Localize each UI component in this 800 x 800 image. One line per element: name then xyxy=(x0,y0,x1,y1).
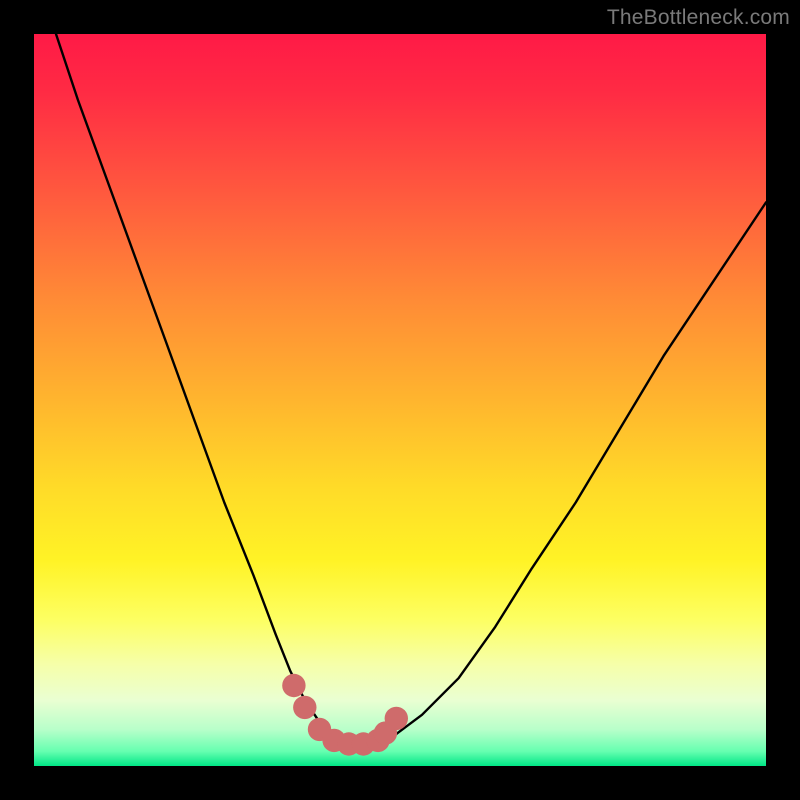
watermark-text: TheBottleneck.com xyxy=(607,6,790,30)
plot-area xyxy=(34,34,766,766)
valley-markers xyxy=(282,674,408,756)
bottleneck-curve xyxy=(56,34,766,744)
valley-marker xyxy=(385,707,408,730)
chart-frame: TheBottleneck.com xyxy=(0,0,800,800)
valley-marker xyxy=(293,696,316,719)
curve-svg xyxy=(34,34,766,766)
valley-marker xyxy=(282,674,305,697)
